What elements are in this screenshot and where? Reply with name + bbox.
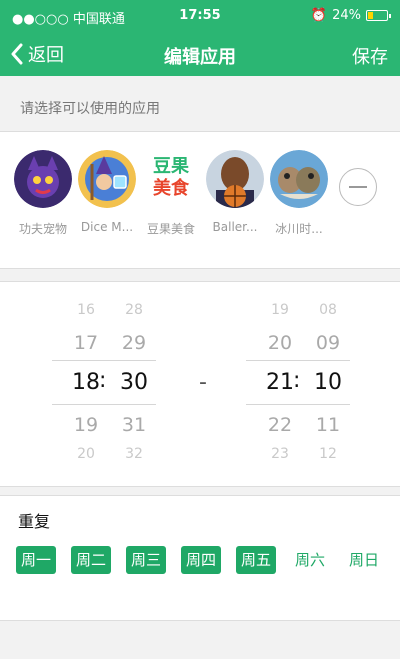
- day-toggle-sat[interactable]: 周六: [290, 546, 330, 574]
- wheel-value: 28: [125, 302, 143, 318]
- start-minute-wheel[interactable]: 28 29 30 31 32: [104, 282, 164, 482]
- minus-icon: [349, 186, 367, 188]
- dice-mage-app-icon: [78, 150, 136, 208]
- baller-app-icon: [206, 150, 264, 208]
- app-item-baller[interactable]: Baller...: [200, 150, 270, 234]
- wheel-value: 09: [315, 332, 341, 354]
- app-item-kungfu-pet[interactable]: 功夫宠物: [8, 150, 78, 237]
- app-label: 冰川时...: [275, 222, 323, 236]
- day-toggle-sun[interactable]: 周日: [344, 546, 384, 574]
- status-bar: ●●○○○ 中国联通 17:55 ⏰ 24%: [0, 0, 400, 32]
- select-apps-hint: 请选择可以使用的应用: [0, 76, 400, 132]
- app-item-douguo-food[interactable]: 豆果 美食 豆果美食: [136, 150, 206, 237]
- back-button[interactable]: 返回: [10, 41, 64, 67]
- wheel-value: 11: [315, 414, 341, 436]
- bottom-bar: [0, 620, 400, 659]
- save-button[interactable]: 保存: [352, 43, 388, 69]
- day-toggle-tue[interactable]: 周二: [71, 546, 112, 574]
- range-separator: -: [199, 370, 207, 395]
- time-range-picker: 16 17 18 19 20 : 28 29 30 31 32 - 19 20 …: [0, 282, 400, 482]
- day-toggle-mon[interactable]: 周一: [16, 546, 57, 574]
- wheel-value: 31: [121, 414, 147, 436]
- remove-app-button[interactable]: [339, 168, 377, 206]
- day-toggle-thu[interactable]: 周四: [181, 546, 222, 574]
- app-label: Dice M...: [80, 220, 134, 234]
- repeat-days: 周一 周二 周三 周四 周五 周六 周日: [16, 546, 396, 576]
- wheel-value: 08: [319, 302, 337, 318]
- wheel-value: 29: [121, 332, 147, 354]
- day-toggle-fri[interactable]: 周五: [236, 546, 277, 574]
- status-right: ⏰ 24%: [310, 8, 391, 23]
- battery-percent: 24%: [332, 8, 361, 23]
- section-divider: [0, 486, 400, 496]
- douguo-logo-line1: 豆果: [153, 156, 189, 177]
- app-label: 豆果美食: [146, 222, 195, 236]
- selected-end-minute: 10: [314, 370, 342, 395]
- douguo-logo-line2: 美食: [153, 178, 189, 199]
- battery-icon: [366, 10, 391, 21]
- app-list: 功夫宠物 Dice M... 豆果 美食 豆果美食 Baller... 冰川时.…: [0, 150, 400, 250]
- selected-start-minute: 30: [120, 370, 148, 395]
- alarm-icon: ⏰: [310, 8, 328, 23]
- section-divider: [0, 268, 400, 282]
- repeat-title: 重复: [18, 512, 51, 531]
- app-item-ice-age[interactable]: 冰川时...: [264, 150, 334, 237]
- app-label: Baller...: [212, 220, 258, 234]
- chevron-left-icon: [11, 43, 23, 65]
- nav-bar: 返回 编辑应用 保存: [0, 32, 400, 76]
- douguo-food-app-icon: 豆果 美食: [142, 150, 200, 208]
- app-item-dice-mage[interactable]: Dice M...: [72, 150, 142, 234]
- wheel-value: 12: [319, 446, 337, 462]
- app-label: 功夫宠物: [18, 222, 67, 236]
- back-label: 返回: [28, 45, 64, 66]
- wheel-value: 32: [125, 446, 143, 462]
- ice-age-app-icon: [270, 150, 328, 208]
- end-minute-wheel[interactable]: 08 09 10 11 12: [298, 282, 358, 482]
- day-toggle-wed[interactable]: 周三: [126, 546, 167, 574]
- kungfu-pet-app-icon: [14, 150, 72, 208]
